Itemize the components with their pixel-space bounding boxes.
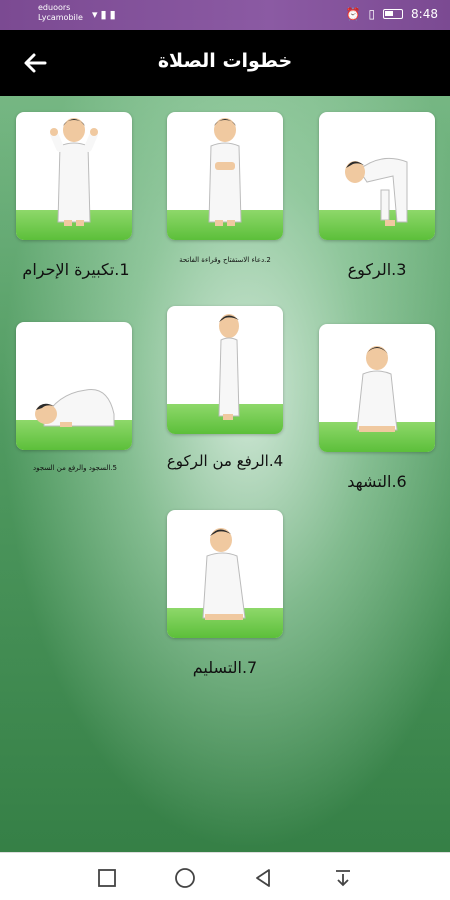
notification-pull-button[interactable] — [332, 867, 354, 889]
back-nav-button[interactable] — [252, 867, 274, 889]
carrier-info: eduoors Lycamobile — [38, 3, 83, 23]
recent-apps-button[interactable] — [96, 867, 118, 889]
system-nav-bar — [0, 852, 450, 900]
step-card-3[interactable] — [319, 112, 435, 240]
triangle-back-icon — [256, 869, 270, 887]
battery-icon — [383, 9, 404, 19]
step-card-5[interactable] — [16, 322, 132, 450]
step-label-7: 7.التسليم — [192, 658, 258, 677]
carrier-line1: eduoors — [38, 3, 71, 12]
status-right: ⏰ ▯ 8:48 — [345, 7, 438, 21]
step-card-4[interactable] — [167, 306, 283, 434]
alarm-icon: ⏰ — [345, 7, 361, 21]
step-card-1[interactable] — [16, 112, 132, 240]
signal-icon: ▮▮ — [100, 8, 119, 21]
vibrate-icon: ▯ — [368, 7, 376, 21]
takbir-illustration — [50, 118, 98, 226]
step-label-2: 2.دعاء الاستفتاح وقراءة الفاتحة — [179, 256, 271, 264]
wifi-icon: ▾ — [92, 8, 101, 21]
page-title: خطوات الصلاة — [157, 50, 293, 72]
status-bar: eduoors Lycamobile ▾▮▮ ⏰ ▯ 8:48 — [0, 0, 450, 30]
ruku-illustration — [345, 157, 408, 226]
taslim-illustration — [202, 528, 246, 620]
download-arrow-icon — [336, 870, 350, 887]
step-label-4: 4.الرفع من الركوع — [166, 452, 284, 470]
step-label-6: 6.التشهد — [347, 472, 407, 491]
standing-recitation-illustration — [208, 118, 242, 226]
carrier-line2: Lycamobile — [38, 13, 83, 22]
step-label-5: 5.السجود والرفع من السجود — [33, 464, 117, 472]
app-bar: خطوات الصلاة — [0, 30, 450, 96]
rising-illustration — [218, 314, 240, 420]
tashahhud-illustration — [356, 346, 398, 432]
step-label-3: 3.الركوع — [347, 260, 407, 279]
step-label-1: 1.تكبيرة الإحرام — [22, 260, 130, 279]
step-card-6[interactable] — [319, 324, 435, 452]
circle-icon — [175, 868, 195, 888]
square-icon — [98, 869, 116, 887]
home-button[interactable] — [174, 867, 196, 889]
steps-grid: 1.تكبيرة الإحرام 2.دعاء الاستفتاح وقراءة… — [0, 96, 450, 852]
step-card-7[interactable] — [167, 510, 283, 638]
sujud-illustration — [35, 389, 115, 427]
step-card-2[interactable] — [167, 112, 283, 240]
clock: 8:48 — [411, 7, 438, 21]
signal-icons: ▾▮▮ — [92, 8, 119, 21]
